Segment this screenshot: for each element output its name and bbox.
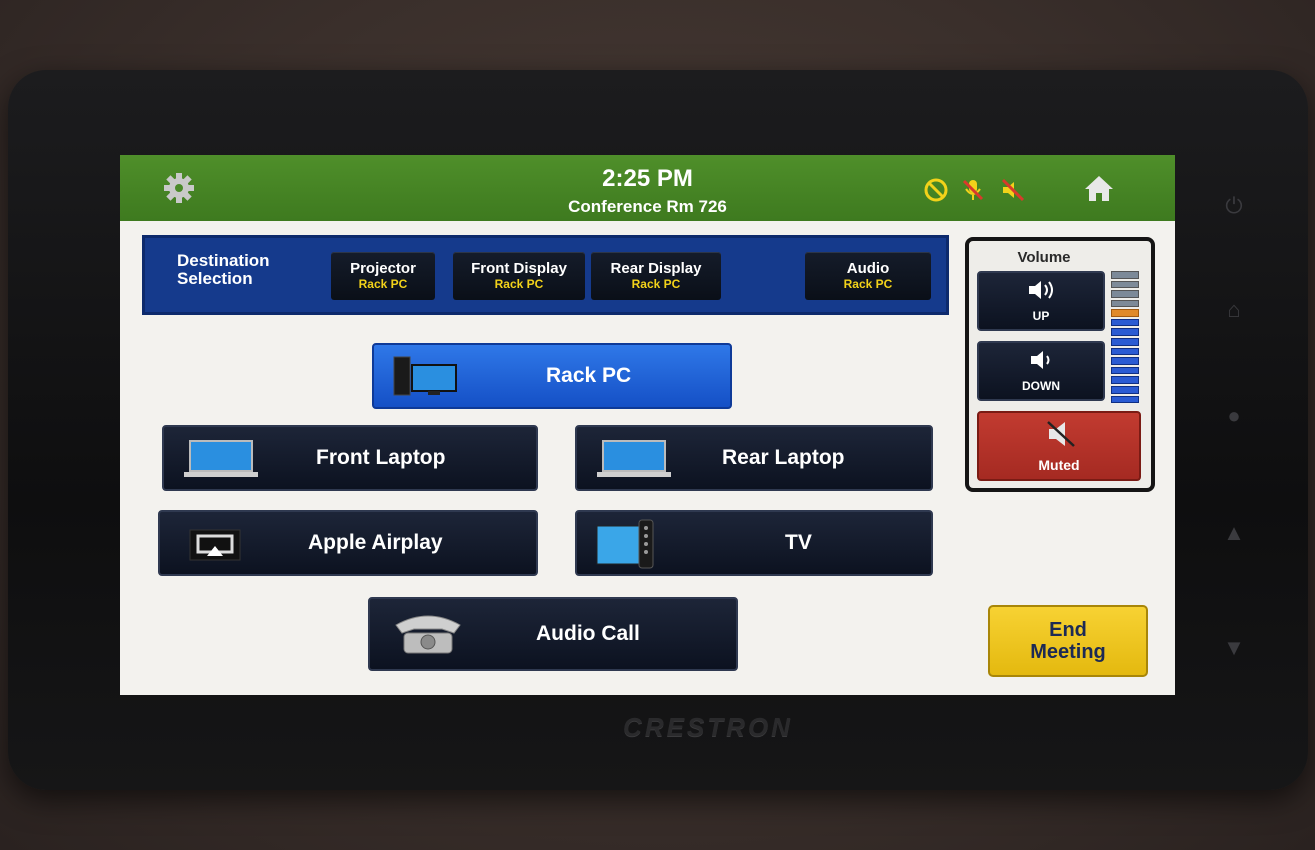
volume-level-meter [1111,271,1139,404]
destination-name: Projector [350,260,416,277]
hardware-light-icon[interactable]: ● [1216,398,1252,434]
airplay-icon [189,529,241,561]
volume-title: Volume [1017,249,1071,266]
source-label: Rear Laptop [722,446,845,469]
home-icon[interactable] [1083,173,1115,203]
volume-down-icon [1031,351,1050,369]
speaker-muted-icon [1047,421,1075,447]
end-meeting-button[interactable]: End Meeting [988,605,1148,677]
mute-label: Muted [1038,457,1080,473]
source-label: Front Laptop [316,446,446,469]
speaker-muted-icon [1001,178,1025,202]
telephone-icon [395,615,461,654]
destination-source: Rack PC [843,277,893,291]
mute-button[interactable]: Muted [977,411,1141,481]
destination-title-line1: Destination [177,251,270,270]
destination-title-line2: Selection [177,269,253,288]
volume-down-button[interactable]: DOWN [977,341,1105,401]
hardware-home-icon[interactable]: ⌂ [1216,292,1252,328]
touch-panel-bezel: CRESTRON ⏻ ⌂ ● ▲ ▼ 2:25 PM Conference Rm… [8,70,1308,790]
destination-selection-title: Destination Selection [177,252,270,288]
source-rear-laptop-button[interactable]: Rear Laptop [575,425,933,491]
volume-up-label: UP [1032,309,1050,323]
laptop-icon [184,440,258,477]
source-label: Apple Airplay [308,531,443,554]
touch-screen: 2:25 PM Conference Rm 726 Destination Se… [120,155,1175,695]
destination-source: Rack PC [631,277,681,291]
source-label: TV [785,531,812,554]
brand-logo: CRESTRON [623,712,793,742]
hardware-power-icon[interactable]: ⏻ [1216,188,1252,224]
destination-selection-bar: Destination Selection Projector Rack PC … [142,235,949,315]
source-label: Audio Call [536,622,640,645]
source-front-laptop-button[interactable]: Front Laptop [162,425,538,491]
volume-down-label: DOWN [1022,379,1060,393]
volume-up-icon [1029,281,1053,299]
volume-up-button[interactable]: UP [977,271,1105,331]
end-meeting-line1: End [1049,619,1087,641]
destination-name: Audio [846,260,890,277]
top-bar: 2:25 PM Conference Rm 726 [120,155,1175,221]
destination-source: Rack PC [358,277,408,291]
desktop-pc-icon [393,356,457,396]
destination-projector-button[interactable]: Projector Rack PC [331,252,435,300]
no-call-icon [924,178,948,202]
tv-remote-icon [596,519,654,569]
source-apple-airplay-button[interactable]: Apple Airplay [158,510,538,576]
volume-panel: Volume UP DOWN Muted [965,237,1155,492]
hardware-up-icon[interactable]: ▲ [1216,515,1252,551]
destination-audio-button[interactable]: Audio Rack PC [805,252,931,300]
mic-muted-icon [962,179,984,201]
destination-source: Rack PC [494,277,544,291]
hardware-down-icon[interactable]: ▼ [1216,630,1252,666]
destination-name: Rear Display [610,260,702,277]
source-audio-call-button[interactable]: Audio Call [368,597,738,671]
source-tv-button[interactable]: TV [575,510,933,576]
source-label: Rack PC [546,364,632,387]
end-meeting-line2: Meeting [1030,641,1106,663]
destination-name: Front Display [471,260,567,277]
destination-front-display-button[interactable]: Front Display Rack PC [453,252,585,300]
destination-rear-display-button[interactable]: Rear Display Rack PC [591,252,721,300]
source-rack-pc-button[interactable]: Rack PC [372,343,732,409]
laptop-icon [597,440,671,477]
